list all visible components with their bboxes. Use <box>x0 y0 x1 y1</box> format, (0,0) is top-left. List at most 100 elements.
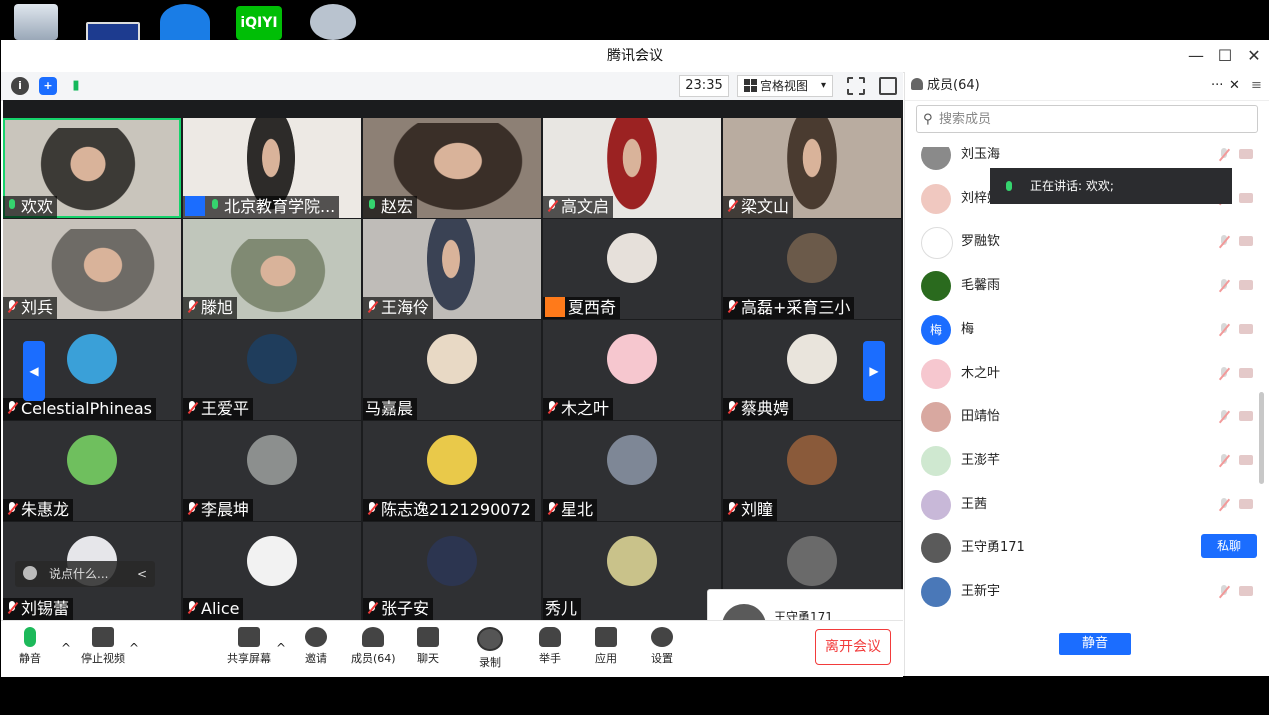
share-options-caret[interactable]: ^ <box>276 641 286 655</box>
camera-off-icon[interactable] <box>1239 192 1253 203</box>
more-options-icon[interactable]: ··· <box>1211 72 1223 100</box>
muted-microphone-icon[interactable] <box>1217 409 1231 425</box>
meeting-control-bar: 静音 ^ 停止视频 ^ 共享屏幕 ^ 邀请 成员(64) 聊天 录制 举手 应用… <box>1 620 903 677</box>
participant-tile[interactable]: 滕旭 <box>183 219 361 319</box>
camera-off-icon[interactable] <box>1239 367 1253 378</box>
participant-tile[interactable]: 王海伶 <box>363 219 541 319</box>
muted-microphone-icon[interactable] <box>1217 453 1231 469</box>
muted-microphone-icon[interactable] <box>1217 147 1231 163</box>
participant-tile[interactable]: 秀儿 <box>543 522 721 620</box>
participant-tile[interactable]: Alice <box>183 522 361 620</box>
member-list-item[interactable]: 毛馨雨 <box>905 264 1257 307</box>
participant-name: 高磊+采育三小 <box>741 298 851 317</box>
emoji-icon[interactable] <box>23 566 37 580</box>
camera-off-icon[interactable] <box>1239 323 1253 334</box>
camera-off-icon[interactable] <box>1239 454 1253 465</box>
member-avatar <box>921 271 951 302</box>
participant-tile[interactable]: 赵宏 <box>363 118 541 218</box>
muted-microphone-icon[interactable] <box>1217 278 1231 294</box>
camera-off-icon[interactable] <box>1239 280 1253 291</box>
fullscreen-icon[interactable] <box>847 77 865 95</box>
collapse-chat-icon[interactable]: < <box>137 561 147 587</box>
leave-meeting-button[interactable]: 离开会议 <box>815 629 891 665</box>
raise-hand-button[interactable]: 举手 <box>539 627 561 666</box>
participant-tile[interactable]: 北京教育学院... <box>183 118 361 218</box>
view-mode-dropdown[interactable]: 宫格视图 ▾ <box>737 75 833 97</box>
muted-microphone-icon[interactable] <box>1217 322 1231 338</box>
person-badge-icon <box>185 196 205 216</box>
shield-icon[interactable]: + <box>39 77 57 95</box>
muted-microphone-icon <box>185 299 199 315</box>
mute-options-caret[interactable]: ^ <box>61 641 71 655</box>
share-screen-button[interactable]: 共享屏幕 <box>227 627 271 666</box>
maximize-button[interactable]: ☐ <box>1210 40 1240 72</box>
sidebar-toggle-icon[interactable] <box>879 77 897 95</box>
close-window-button[interactable]: ✕ <box>1239 40 1269 72</box>
participant-tile[interactable]: 刘瞳 <box>723 421 901 521</box>
participant-tile[interactable]: 夏西奇 <box>543 219 721 319</box>
stop-video-button[interactable]: 停止视频 <box>81 627 125 666</box>
meeting-toolbar: i + ▮ 23:35 宫格视图 ▾ <box>1 72 903 101</box>
members-panel-header: 成员(64) ··· ✕ ≡ <box>905 72 1269 101</box>
member-list-item[interactable]: 田靖怡 <box>905 395 1257 438</box>
signal-icon[interactable]: ▮ <box>67 77 85 95</box>
member-list-item[interactable]: 王茜 <box>905 483 1257 526</box>
chat-quick-input[interactable]: 说点什么... < <box>15 561 155 587</box>
member-list-item[interactable]: 罗融钦 <box>905 220 1257 263</box>
private-chat-button[interactable]: 私聊 <box>1201 534 1257 559</box>
chat-button[interactable]: 聊天 <box>417 627 439 666</box>
participant-avatar <box>67 334 117 384</box>
settings-button[interactable]: 设置 <box>651 627 673 666</box>
member-list-item[interactable]: 木之叶 <box>905 352 1257 395</box>
search-members-input[interactable]: ⚲ 搜索成员 <box>916 105 1258 133</box>
muted-microphone-icon[interactable] <box>1217 584 1231 600</box>
next-page-button[interactable]: ▶ <box>863 341 885 401</box>
participant-tile[interactable]: 王爱平 <box>183 320 361 420</box>
camera-off-icon[interactable] <box>1239 236 1253 247</box>
menu-icon[interactable]: ≡ <box>1251 72 1262 100</box>
previous-page-button[interactable]: ◀ <box>23 341 45 401</box>
participant-tile[interactable]: 陈志逸2121290072 <box>363 421 541 521</box>
member-avatar <box>921 577 951 607</box>
mute-all-button[interactable]: 静音 <box>1059 633 1131 655</box>
minimize-button[interactable]: — <box>1181 40 1211 72</box>
recycle-bin-icon[interactable] <box>14 4 58 40</box>
desktop-app-icon-2[interactable] <box>310 4 356 40</box>
member-list-item[interactable]: 王守勇171 私聊 <box>905 526 1257 569</box>
camera-off-icon[interactable] <box>1239 498 1253 509</box>
members-scrollbar[interactable] <box>1259 392 1264 484</box>
iqiyi-icon[interactable]: iQIYI <box>236 6 282 40</box>
participant-tile[interactable]: 欢欢 <box>3 118 181 218</box>
participant-tile[interactable]: 刘兵 <box>3 219 181 319</box>
members-button[interactable]: 成员(64) <box>351 627 396 666</box>
invite-button[interactable]: 邀请 <box>305 627 327 666</box>
muted-microphone-icon[interactable] <box>1217 234 1231 250</box>
camera-off-icon[interactable] <box>1239 411 1253 422</box>
muted-microphone-icon[interactable] <box>1217 366 1231 382</box>
close-panel-icon[interactable]: ✕ <box>1229 72 1240 100</box>
participant-tile[interactable]: 梁文山 <box>723 118 901 218</box>
participant-tile[interactable]: 张子安 <box>363 522 541 620</box>
member-list-item[interactable]: 王澎芊 <box>905 439 1257 482</box>
camera-off-icon[interactable] <box>1239 586 1253 596</box>
participant-tile[interactable]: 高文启 <box>543 118 721 218</box>
muted-microphone-icon <box>365 299 379 315</box>
camera-off-icon[interactable] <box>1239 149 1253 159</box>
record-button[interactable]: 录制 <box>477 627 503 670</box>
participant-tile[interactable]: 朱惠龙 <box>3 421 181 521</box>
mute-button[interactable]: 静音 <box>19 627 41 666</box>
participant-tile[interactable]: 星北 <box>543 421 721 521</box>
participant-tile[interactable]: 李晨坤 <box>183 421 361 521</box>
apps-button[interactable]: 应用 <box>595 627 617 666</box>
video-options-caret[interactable]: ^ <box>129 641 139 655</box>
participant-tile[interactable]: 木之叶 <box>543 320 721 420</box>
participant-name-label: 王海伶 <box>363 297 434 319</box>
desktop-bird-app-icon[interactable] <box>160 4 210 40</box>
member-list-item[interactable]: 梅梅 <box>905 308 1257 351</box>
member-list-item[interactable]: 王新宇 <box>905 570 1257 612</box>
info-icon[interactable]: i <box>11 77 29 95</box>
muted-microphone-icon[interactable] <box>1217 497 1231 513</box>
participant-tile[interactable]: 马嘉晨 <box>363 320 541 420</box>
member-name: 梅 <box>961 321 975 337</box>
participant-tile[interactable]: 高磊+采育三小 <box>723 219 901 319</box>
